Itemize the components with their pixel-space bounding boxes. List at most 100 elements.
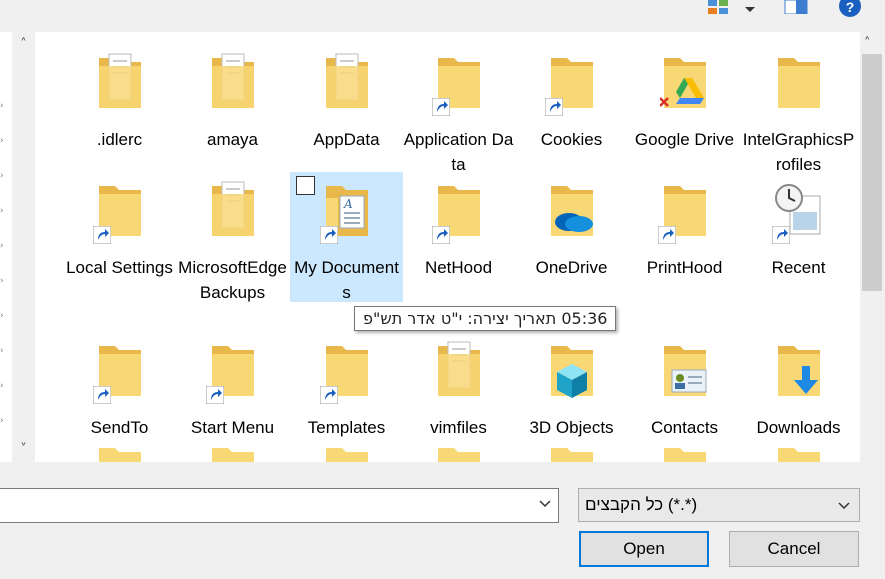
view-options-icon[interactable]: [707, 0, 731, 14]
filename-field[interactable]: [0, 488, 559, 523]
folder-documents-icon: [95, 48, 145, 118]
shortcut-arrow-icon: [92, 225, 111, 249]
file-item[interactable]: NetHood: [402, 172, 515, 302]
file-item[interactable]: Cookies: [515, 44, 628, 154]
file-item[interactable]: Local Settings: [63, 172, 176, 302]
preview-pane-icon[interactable]: [784, 0, 810, 15]
downloads-icon: [774, 336, 824, 406]
help-icon[interactable]: ?: [838, 0, 862, 18]
file-item-label: IntelGraphicsProfiles: [742, 130, 855, 174]
file-item-label: Local Settings: [66, 258, 173, 277]
expand-arrow-icon[interactable]: ›: [0, 311, 4, 321]
scroll-up-icon[interactable]: ˄: [864, 36, 871, 51]
file-item[interactable]: vimfiles: [402, 332, 515, 442]
documents-icon: A: [319, 176, 372, 249]
expand-arrow-icon[interactable]: ›: [0, 276, 4, 286]
tooltip: 05:36 תאריך יצירה: י"ט אדר תש"פ: [354, 306, 617, 331]
scrollbar-thumb[interactable]: [862, 54, 882, 291]
expand-arrow-icon[interactable]: ›: [0, 381, 4, 391]
chevron-down-icon[interactable]: [837, 499, 851, 511]
shortcut-arrow-icon: [92, 385, 111, 409]
3d-objects-icon: [547, 336, 597, 406]
file-list-scrollbar[interactable]: ˄: [860, 32, 885, 462]
chevron-down-icon[interactable]: [538, 497, 552, 511]
shortcut-arrow-icon: [771, 225, 790, 249]
file-item[interactable]: 3D Objects: [515, 332, 628, 442]
file-item[interactable]: OneDrive: [515, 172, 628, 302]
expand-arrow-icon[interactable]: ›: [0, 171, 4, 181]
contacts-icon: [660, 336, 710, 406]
file-item-label: PrintHood: [646, 258, 723, 277]
dialog-footer: כל הקבצים (*.*) Open Cancel: [0, 462, 885, 579]
expand-arrow-icon[interactable]: ›: [0, 346, 4, 356]
svg-text:A: A: [343, 197, 353, 211]
folder-icon: [205, 336, 258, 406]
file-item[interactable]: Application Data: [402, 44, 515, 174]
onedrive-icon: [547, 176, 597, 246]
folder-icon: [434, 446, 484, 462]
shortcut-arrow-icon: [544, 97, 563, 121]
folder-icon: [544, 48, 597, 121]
file-item-label: Contacts: [650, 418, 719, 437]
file-item[interactable]: IntelGraphicsProfiles: [742, 44, 855, 174]
scroll-down-icon[interactable]: ˅: [15, 441, 32, 458]
folder-documents-icon: [322, 48, 372, 118]
file-item-label: Google Drive: [634, 130, 735, 149]
file-item[interactable]: .idlerc: [63, 44, 176, 154]
cancel-button[interactable]: Cancel: [729, 531, 859, 567]
file-item-label: NetHood: [424, 258, 493, 277]
folder-icon: [431, 48, 484, 118]
folder-icon: [547, 446, 597, 462]
file-list[interactable]: .idlerc amaya AppData Application Data C…: [35, 32, 860, 462]
shortcut-arrow-icon: [319, 225, 338, 249]
navigation-pane[interactable]: › › › › › › › › › ›: [0, 32, 12, 462]
file-item-label: Application Data: [403, 130, 514, 174]
file-item[interactable]: MicrosoftEdgeBackups: [176, 172, 289, 302]
svg-text:?: ?: [846, 0, 855, 15]
file-item-label: Cookies: [540, 130, 603, 149]
file-type-select[interactable]: כל הקבצים (*.*): [578, 488, 860, 522]
folder-icon: [95, 446, 145, 462]
file-item-label: amaya: [206, 130, 259, 149]
recent-icon: [771, 176, 824, 249]
expand-arrow-icon[interactable]: ›: [0, 101, 4, 111]
file-item[interactable]: Start Menu: [176, 332, 289, 442]
file-item[interactable]: Google Drive: [628, 44, 741, 154]
file-item[interactable]: Recent: [742, 172, 855, 302]
expand-arrow-icon[interactable]: ›: [0, 136, 4, 146]
file-item[interactable]: A My Documents: [290, 172, 403, 302]
file-item-label: OneDrive: [535, 258, 608, 277]
scroll-up-icon[interactable]: ˄: [15, 36, 32, 53]
dropdown-arrow-icon[interactable]: [744, 2, 756, 12]
file-item[interactable]: Downloads: [742, 332, 855, 442]
expand-arrow-icon[interactable]: ›: [0, 241, 4, 251]
file-item[interactable]: amaya: [176, 44, 289, 154]
toolbar: ?: [0, 0, 885, 32]
select-checkbox[interactable]: [296, 176, 315, 195]
file-item[interactable]: PrintHood: [628, 172, 741, 302]
folder-icon: [208, 446, 258, 462]
file-item-label: MicrosoftEdgeBackups: [178, 258, 287, 302]
file-item[interactable]: Contacts: [628, 332, 741, 442]
file-item[interactable]: Templates: [290, 332, 403, 442]
file-item[interactable]: SendTo: [63, 332, 176, 442]
file-item-label: Start Menu: [190, 418, 275, 437]
file-item-label: .idlerc: [96, 130, 143, 149]
filename-input[interactable]: [0, 489, 519, 522]
file-item-label: vimfiles: [430, 418, 487, 437]
folder-icon: [657, 176, 710, 249]
shortcut-arrow-icon: [657, 225, 676, 249]
folder-documents-icon: [208, 176, 258, 246]
expand-arrow-icon[interactable]: ›: [0, 206, 4, 216]
expand-arrow-icon[interactable]: ›: [0, 416, 4, 426]
open-button[interactable]: Open: [579, 531, 709, 567]
file-item-label: Recent: [771, 258, 826, 277]
file-item-label: 3D Objects: [529, 418, 614, 437]
folder-icon: [319, 336, 372, 409]
shortcut-arrow-icon: [319, 385, 338, 409]
folder-icon: [774, 446, 824, 462]
folder-icon: [92, 176, 145, 249]
nav-scrollbar[interactable]: ˄ ˅: [12, 32, 35, 462]
file-type-value: כל הקבצים (*.*): [585, 495, 698, 514]
file-item[interactable]: AppData: [290, 44, 403, 154]
